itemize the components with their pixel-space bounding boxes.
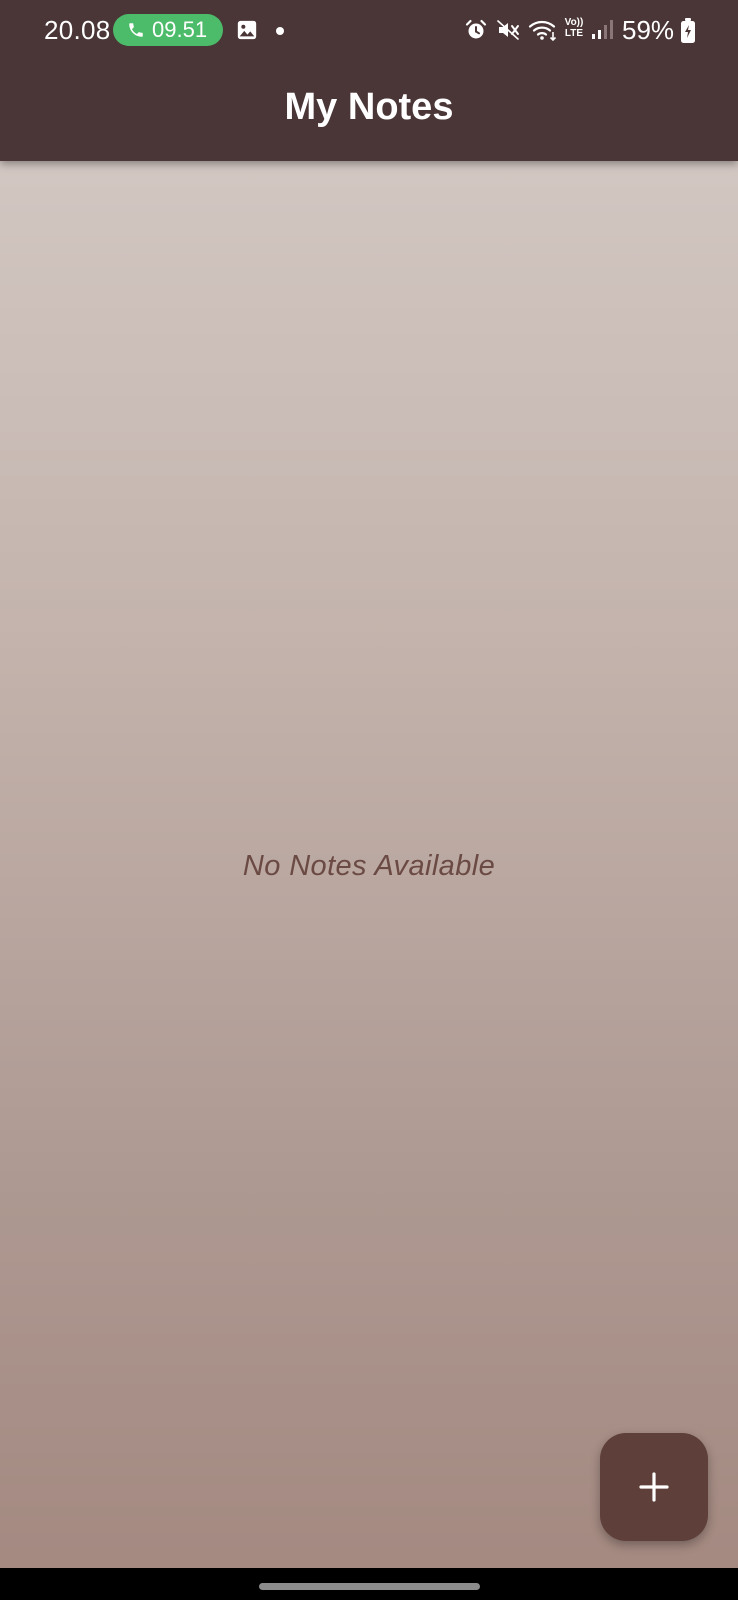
- add-note-button[interactable]: [600, 1433, 708, 1541]
- lte-label: LTE: [564, 28, 584, 39]
- volte-label: Vo)): [564, 17, 584, 28]
- mute-icon: [497, 20, 519, 40]
- alarm-icon: [465, 19, 487, 39]
- volte-lte-icon: Vo)) LTE: [562, 17, 586, 39]
- status-bar: 20.08 09.51 Vo)) LTE 59%: [0, 0, 738, 62]
- wifi-icon: [528, 20, 557, 42]
- ongoing-call-pill[interactable]: 09.51: [113, 14, 223, 46]
- notification-dot: [276, 27, 284, 35]
- page-title: My Notes: [284, 86, 454, 128]
- call-duration: 09.51: [152, 17, 208, 42]
- phone-icon: [129, 23, 143, 37]
- gallery-icon: [237, 20, 257, 40]
- empty-state-message: No Notes Available: [242, 850, 496, 882]
- plus-icon: [639, 1472, 669, 1502]
- battery-icon: [681, 18, 695, 43]
- app-header: 20.08 09.51 Vo)) LTE 59% My Notes: [0, 0, 738, 161]
- signal-icon: [592, 20, 613, 39]
- home-gesture-handle[interactable]: [259, 1583, 480, 1590]
- battery-percentage: 59%: [622, 15, 675, 45]
- status-time: 20.08: [44, 15, 111, 45]
- notes-app-screen: 20.08 09.51 Vo)) LTE 59% My Notes No Not…: [0, 0, 738, 1600]
